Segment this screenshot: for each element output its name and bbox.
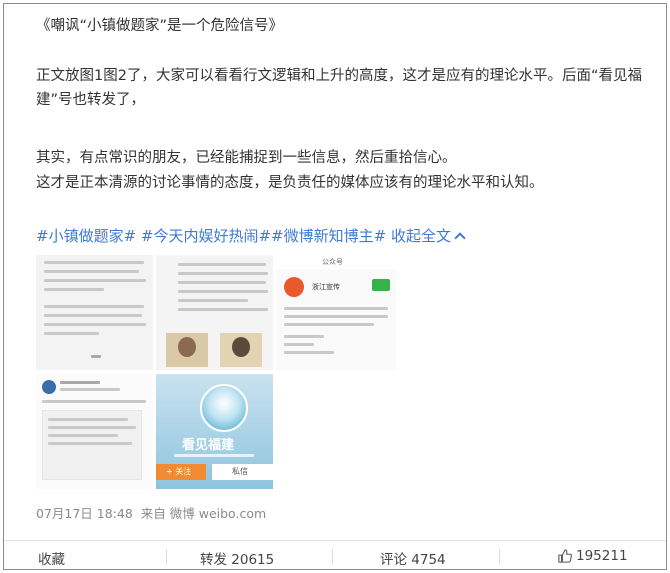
account-logo <box>284 277 304 297</box>
kanjian-fujian-logo <box>200 384 248 432</box>
post-paragraph-3: 这才是正本清源的讨论事情的态度，是负责任的媒体应该有的理论水平和认知。 <box>36 175 544 191</box>
follow-button[interactable] <box>372 279 390 291</box>
like-count: 195211 <box>576 548 628 564</box>
comment-button[interactable]: 评论 4754 <box>380 548 446 568</box>
like-button[interactable]: 195211 <box>558 548 628 564</box>
collapse-label[interactable]: 收起全文 <box>391 227 451 245</box>
action-bar: 收藏 转发 20615 评论 4754 195211 <box>4 540 666 570</box>
post-title: 《嘲讽“小镇做题家”是一个危险信号》 <box>36 18 284 34</box>
post-meta: 07月17日 18:48 来自 微博 weibo.com <box>36 503 266 522</box>
post-paragraph-2: 其实，有点常识的朋友，已经能捕捉到一些信息，然后重拾信心。 <box>36 150 457 166</box>
tag-yule-weibo[interactable]: #今天内娱好热闹##微博新知博主# <box>141 227 386 245</box>
comment-label: 评论 4754 <box>380 552 446 568</box>
follow-label: + 关注 <box>166 467 192 476</box>
post-image-2[interactable] <box>156 255 273 370</box>
post-image-4[interactable] <box>36 374 153 489</box>
chevron-up-icon <box>454 232 466 244</box>
tag-xiaozhen[interactable]: #小镇做题家# <box>36 227 136 245</box>
thumbs-up-icon <box>558 549 572 563</box>
favorite-button[interactable]: 收藏 <box>38 548 65 568</box>
account-name: 浙江宣传 <box>312 283 340 291</box>
post-paragraph-1: 正文放图1图2了，大家可以看看行文逻辑和上升的高度，这才是应有的理论水平。后面“… <box>36 68 642 108</box>
source-prefix: 来自 <box>140 506 166 521</box>
account-header-label: 公众号 <box>322 258 343 266</box>
collapse-text-link[interactable]: 收起全文 <box>391 227 466 245</box>
post-image-1[interactable] <box>36 255 153 370</box>
topic-tags: #小镇做题家# #今天内娱好热闹##微博新知博主# 收起全文 <box>36 225 466 247</box>
post-time[interactable]: 07月17日 18:48 <box>36 506 133 521</box>
post-image-3[interactable]: 公众号 浙江宣传 <box>276 255 396 370</box>
post-image-5[interactable]: 看见福建 + 关注 私信 <box>156 374 273 489</box>
repost-label: 转发 20615 <box>200 552 275 568</box>
post-source[interactable]: 微博 weibo.com <box>170 506 266 521</box>
message-label[interactable]: 私信 <box>232 466 248 477</box>
kanjian-fujian-name: 看见福建 <box>182 438 235 453</box>
repost-button[interactable]: 转发 20615 <box>200 548 274 568</box>
favorite-label: 收藏 <box>38 552 65 568</box>
